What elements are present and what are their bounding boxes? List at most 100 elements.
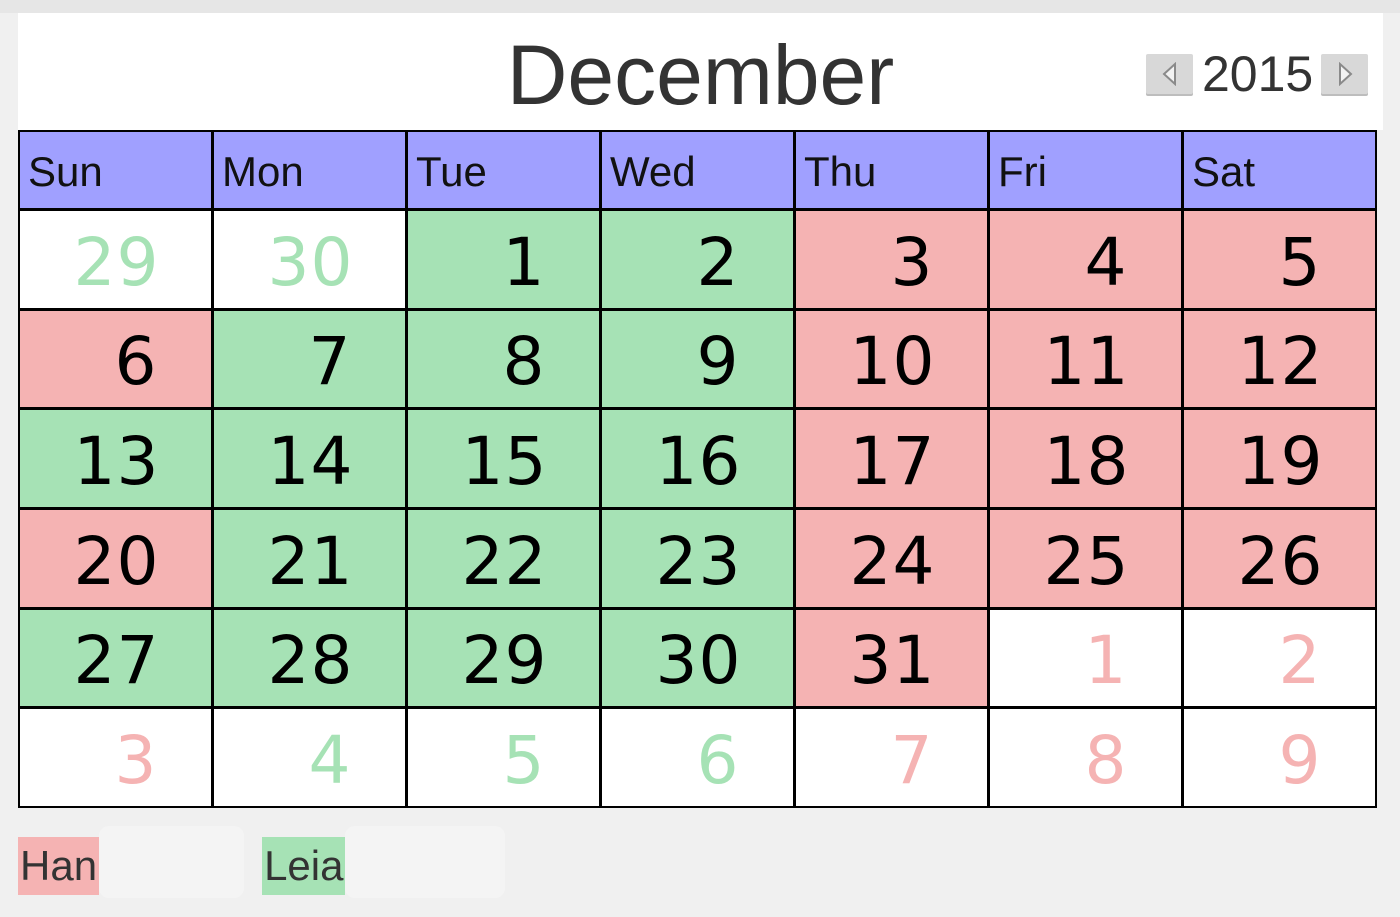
day-number: 29 bbox=[73, 223, 160, 301]
day-cell[interactable]: 24 bbox=[796, 509, 987, 607]
day-cell[interactable]: 17 bbox=[796, 410, 987, 507]
day-cell[interactable]: 2 bbox=[602, 211, 793, 308]
day-cell[interactable]: 1 bbox=[408, 211, 599, 308]
day-cell[interactable]: 25 bbox=[990, 509, 1181, 607]
day-number: 13 bbox=[73, 423, 160, 501]
day-number: 21 bbox=[267, 522, 354, 600]
day-cell[interactable]: 31 bbox=[796, 609, 987, 707]
day-cell[interactable]: 30 bbox=[602, 609, 793, 707]
day-number: 29 bbox=[461, 622, 548, 700]
day-number: 5 bbox=[502, 722, 546, 800]
day-number: 10 bbox=[849, 323, 936, 401]
status-bar bbox=[0, 0, 1400, 13]
day-number: 24 bbox=[849, 522, 936, 600]
day-number: 7 bbox=[308, 323, 352, 401]
prev-year-button[interactable] bbox=[1146, 54, 1193, 94]
legend-item-leia: Leia bbox=[262, 826, 506, 898]
day-cell[interactable]: 4 bbox=[990, 211, 1181, 308]
weekday-header-wed: Wed bbox=[602, 132, 793, 208]
day-cell[interactable]: 3 bbox=[796, 211, 987, 308]
day-cell[interactable]: 6 bbox=[602, 709, 793, 806]
day-cell[interactable]: 26 bbox=[1184, 509, 1375, 607]
day-cell[interactable]: 15 bbox=[408, 410, 599, 507]
left-triangle-icon bbox=[1162, 62, 1176, 86]
day-number: 31 bbox=[849, 622, 936, 700]
calendar-grid: Sun Mon Tue Wed Thu Fri Sat 29 30 1 2 3 4 5 6 7 8 9 10 11 12… bbox=[18, 130, 1377, 808]
day-cell[interactable]: 4 bbox=[214, 709, 405, 806]
day-cell[interactable]: 1 bbox=[990, 609, 1181, 707]
day-cell[interactable]: 27 bbox=[20, 609, 211, 707]
weekday-header-mon: Mon bbox=[214, 132, 405, 208]
year-navigator: 2015 bbox=[1146, 49, 1369, 99]
day-number: 14 bbox=[267, 423, 354, 501]
day-number: 8 bbox=[1084, 722, 1128, 800]
day-cell[interactable]: 20 bbox=[20, 509, 211, 607]
day-cell[interactable]: 13 bbox=[20, 410, 211, 507]
day-cell[interactable]: 7 bbox=[796, 709, 987, 806]
day-cell[interactable]: 16 bbox=[602, 410, 793, 507]
day-number: 26 bbox=[1237, 522, 1324, 600]
day-number: 6 bbox=[114, 323, 158, 401]
day-cell[interactable]: 12 bbox=[1184, 310, 1375, 408]
day-number: 18 bbox=[1043, 423, 1130, 501]
day-number: 9 bbox=[696, 323, 740, 401]
day-number: 20 bbox=[73, 522, 160, 600]
day-cell[interactable]: 8 bbox=[408, 310, 599, 408]
day-cell[interactable]: 29 bbox=[408, 609, 599, 707]
day-cell[interactable]: 11 bbox=[990, 310, 1181, 408]
day-number: 17 bbox=[849, 423, 936, 501]
day-cell[interactable]: 14 bbox=[214, 410, 405, 507]
day-cell[interactable]: 21 bbox=[214, 509, 405, 607]
day-cell[interactable]: 19 bbox=[1184, 410, 1375, 507]
day-cell[interactable]: 5 bbox=[408, 709, 599, 806]
day-cell[interactable]: 10 bbox=[796, 310, 987, 408]
day-number: 4 bbox=[1084, 223, 1128, 301]
day-number: 3 bbox=[114, 722, 158, 800]
day-cell[interactable]: 29 bbox=[20, 211, 211, 308]
weekday-header-thu: Thu bbox=[796, 132, 987, 208]
day-number: 1 bbox=[1084, 622, 1128, 700]
day-number: 23 bbox=[655, 522, 742, 600]
day-number: 2 bbox=[696, 223, 740, 301]
day-number: 16 bbox=[655, 423, 742, 501]
day-cell[interactable]: 3 bbox=[20, 709, 211, 806]
day-cell[interactable]: 2 bbox=[1184, 609, 1375, 707]
legend-name-field[interactable] bbox=[99, 826, 245, 898]
weekday-header-sun: Sun bbox=[20, 132, 211, 208]
day-number: 9 bbox=[1278, 722, 1322, 800]
day-cell[interactable]: 8 bbox=[990, 709, 1181, 806]
day-number: 3 bbox=[890, 223, 934, 301]
day-number: 27 bbox=[73, 622, 160, 700]
day-cell[interactable]: 5 bbox=[1184, 211, 1375, 308]
day-number: 15 bbox=[461, 423, 548, 501]
legend: Han Leia bbox=[18, 826, 506, 898]
legend-name-field[interactable] bbox=[345, 826, 506, 898]
legend-item-han: Han bbox=[18, 826, 245, 898]
day-cell[interactable]: 23 bbox=[602, 509, 793, 607]
day-number: 6 bbox=[696, 722, 740, 800]
day-cell[interactable]: 7 bbox=[214, 310, 405, 408]
weekday-header-sat: Sat bbox=[1184, 132, 1375, 208]
day-number: 22 bbox=[461, 522, 548, 600]
day-number: 7 bbox=[890, 722, 934, 800]
day-cell[interactable]: 6 bbox=[20, 310, 211, 408]
next-year-button[interactable] bbox=[1321, 54, 1369, 94]
weekday-header-fri: Fri bbox=[990, 132, 1181, 208]
weekday-header-tue: Tue bbox=[408, 132, 599, 208]
day-cell[interactable]: 30 bbox=[214, 211, 405, 308]
legend-label: Leia bbox=[262, 837, 346, 895]
right-triangle-icon bbox=[1338, 62, 1353, 86]
day-number: 28 bbox=[267, 622, 354, 700]
day-cell[interactable]: 18 bbox=[990, 410, 1181, 507]
day-cell[interactable]: 28 bbox=[214, 609, 405, 707]
day-number: 11 bbox=[1043, 323, 1130, 401]
day-number: 30 bbox=[267, 223, 354, 301]
day-cell[interactable]: 22 bbox=[408, 509, 599, 607]
legend-label: Han bbox=[18, 837, 100, 895]
day-number: 19 bbox=[1237, 423, 1324, 501]
day-number: 5 bbox=[1278, 223, 1322, 301]
day-number: 2 bbox=[1278, 622, 1322, 700]
day-cell[interactable]: 9 bbox=[602, 310, 793, 408]
day-cell[interactable]: 9 bbox=[1184, 709, 1375, 806]
day-number: 8 bbox=[502, 323, 546, 401]
